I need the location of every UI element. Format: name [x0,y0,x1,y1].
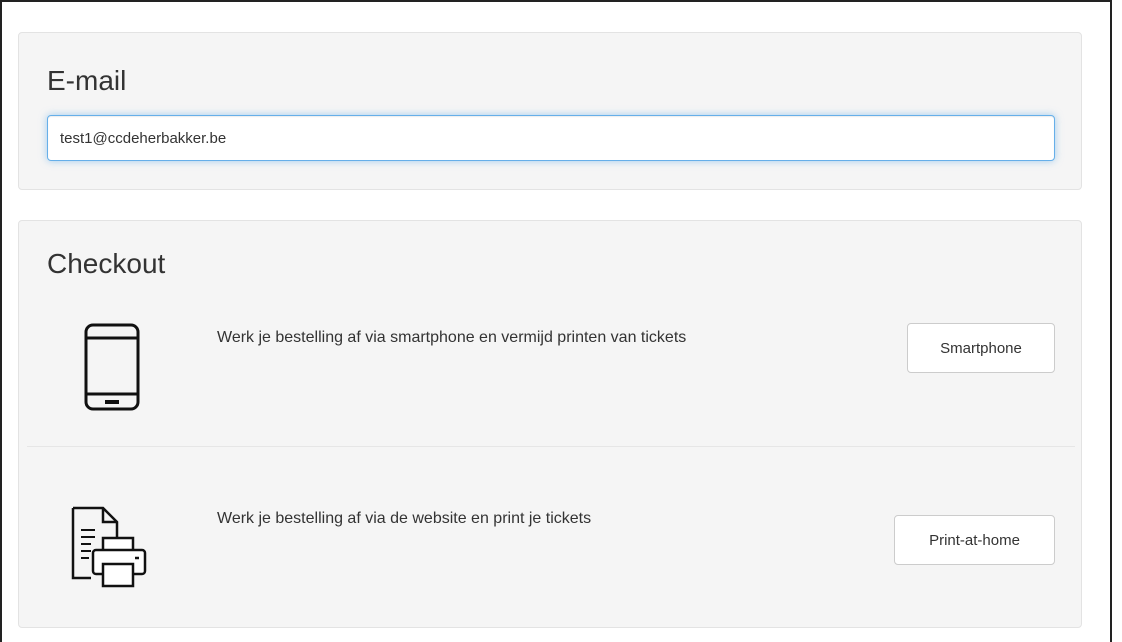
smartphone-description: Werk je bestelling af via smartphone en … [217,329,687,346]
email-panel: E-mail [18,32,1082,190]
print-at-home-button[interactable]: Print-at-home [894,515,1055,565]
smartphone-button[interactable]: Smartphone [907,323,1055,373]
print-at-home-description: Werk je bestelling af via de website en … [217,510,592,527]
checkout-option-print-at-home: Werk je bestelling af via de website en … [19,447,1081,627]
email-title: E-mail [47,65,127,96]
email-input[interactable] [47,115,1055,161]
print-document-icon [67,500,157,590]
checkout-option-smartphone: Werk je bestelling af via smartphone en … [19,305,1081,445]
checkout-title: Checkout [47,248,166,279]
checkout-panel: Checkout Werk je bestelling af via smart… [18,220,1082,628]
smartphone-icon [83,322,141,412]
